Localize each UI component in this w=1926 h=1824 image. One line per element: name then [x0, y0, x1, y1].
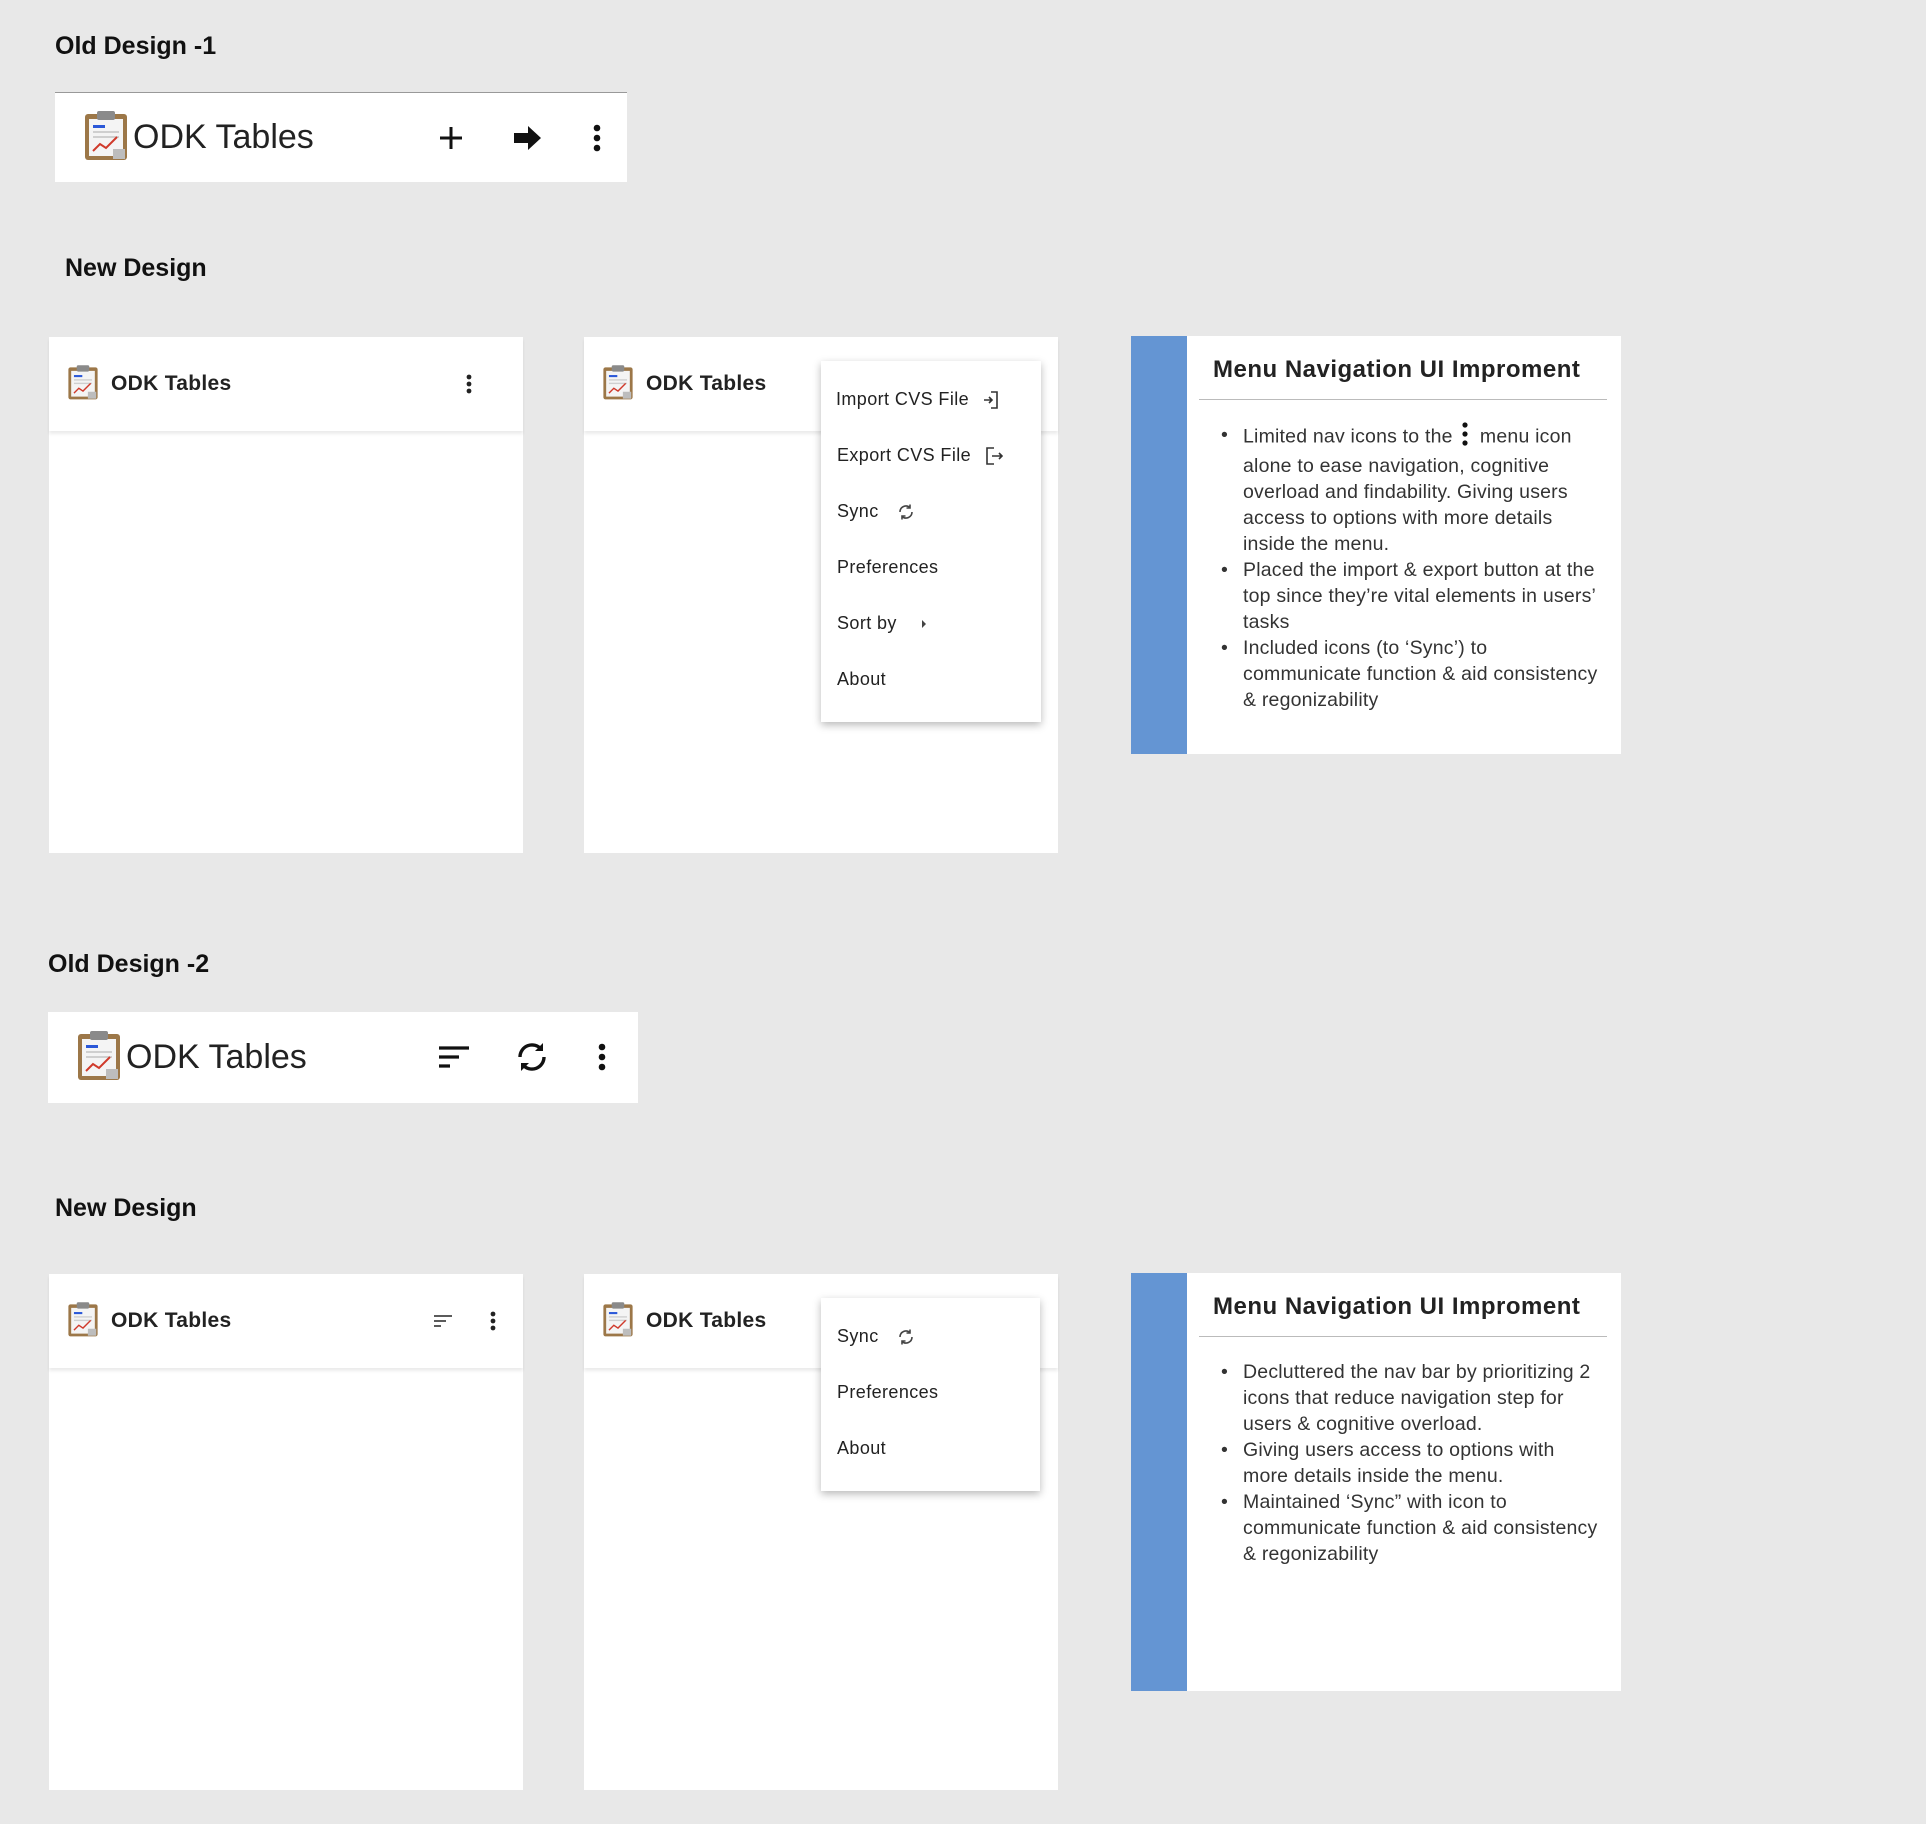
- menu-item-sort-by[interactable]: Sort by: [837, 613, 927, 634]
- bullet-item: Placed the import & export button at the…: [1219, 557, 1599, 635]
- menu-item-label: Sync: [837, 501, 879, 521]
- divider: [1199, 399, 1607, 400]
- menu-item-sync[interactable]: Sync: [837, 501, 915, 522]
- menu-item-label: Preferences: [837, 1382, 939, 1402]
- menu-item-label: Preferences: [837, 557, 939, 577]
- menu-item-import[interactable]: Import CVS File: [836, 389, 999, 410]
- app-logo-icon: [67, 363, 99, 406]
- sort-icon[interactable]: [432, 1037, 476, 1077]
- app-logo-icon: [602, 1300, 634, 1343]
- info-card-1: Menu Navigation UI Improment Limited nav…: [1131, 336, 1621, 754]
- menu-item-about[interactable]: About: [837, 669, 886, 690]
- old-design-2-toolbar: ODK Tables: [48, 1012, 638, 1103]
- bullet-item: Maintained ‘Sync” with icon to communica…: [1219, 1489, 1599, 1567]
- chevron-right-icon: [921, 619, 927, 629]
- card-accent-stripe: [1131, 336, 1187, 754]
- menu-item-preferences[interactable]: Preferences: [837, 1382, 938, 1403]
- app-title: ODK Tables: [111, 372, 232, 395]
- section-label-old-design-1: Old Design -1: [55, 32, 217, 60]
- sync-icon: [897, 503, 915, 521]
- app-logo-icon: [83, 109, 129, 166]
- phone-new-design-1-open: ODK Tables Import CVS File Export CVS Fi…: [584, 337, 1058, 853]
- app-bar: ODK Tables: [49, 337, 523, 431]
- phone-new-design-1-closed: ODK Tables: [49, 337, 523, 853]
- overflow-menu: Sync Preferences About: [821, 1298, 1040, 1491]
- old-design-1-toolbar: ODK Tables: [55, 92, 627, 182]
- menu-item-label: About: [837, 669, 887, 689]
- more-vert-icon: [1462, 422, 1468, 453]
- more-vert-icon[interactable]: [582, 1037, 622, 1077]
- more-vert-icon[interactable]: [473, 1274, 513, 1368]
- section-label-old-design-2: Old Design -2: [48, 950, 210, 978]
- arrow-right-icon[interactable]: [507, 118, 547, 158]
- app-title: ODK Tables: [646, 1309, 767, 1332]
- card-heading: Menu Navigation UI Improment: [1213, 356, 1581, 383]
- menu-item-label: About: [837, 1438, 887, 1458]
- bullet-item: Decluttered the nav bar by prioritizing …: [1219, 1359, 1599, 1437]
- sort-icon[interactable]: [423, 1274, 463, 1368]
- phone-new-design-2-open: ODK Tables Sync Preferences About: [584, 1274, 1058, 1790]
- bullet-item: Limited nav icons to the menu icon alone…: [1219, 422, 1599, 557]
- menu-item-sync[interactable]: Sync: [837, 1326, 915, 1347]
- more-vert-icon[interactable]: [449, 337, 489, 431]
- app-title: ODK Tables: [646, 372, 767, 395]
- app-logo-icon: [76, 1029, 122, 1086]
- section-label-new-design-1: New Design: [65, 254, 207, 282]
- phone-new-design-2-closed: ODK Tables: [49, 1274, 523, 1790]
- bullet-item: Giving users access to options with more…: [1219, 1437, 1599, 1489]
- bullet-list: Decluttered the nav bar by prioritizing …: [1219, 1359, 1599, 1567]
- section-label-new-design-2: New Design: [55, 1194, 197, 1222]
- bullet-text: Limited nav icons to the: [1243, 425, 1459, 448]
- app-logo-icon: [67, 1300, 99, 1343]
- app-bar: ODK Tables: [49, 1274, 523, 1368]
- menu-item-export[interactable]: Export CVS File: [837, 445, 1004, 466]
- divider: [1199, 1336, 1607, 1337]
- menu-item-label: Export CVS File: [837, 445, 972, 465]
- app-logo-icon: [602, 363, 634, 406]
- menu-item-label: Import CVS File: [836, 389, 970, 409]
- import-icon: [983, 390, 999, 409]
- app-title: ODK Tables: [133, 118, 314, 156]
- card-heading: Menu Navigation UI Improment: [1213, 1293, 1581, 1320]
- sync-icon[interactable]: [510, 1036, 554, 1078]
- bullet-list: Limited nav icons to the menu icon alone…: [1219, 422, 1599, 713]
- app-title: ODK Tables: [126, 1038, 307, 1076]
- overflow-menu: Import CVS File Export CVS File Sync Pre…: [821, 361, 1041, 722]
- menu-item-preferences[interactable]: Preferences: [837, 557, 938, 578]
- export-icon: [985, 446, 1004, 465]
- add-icon[interactable]: [431, 118, 471, 158]
- menu-item-label: Sort by: [837, 613, 897, 633]
- bullet-item: Included icons (to ‘Sync’) to communicat…: [1219, 635, 1599, 713]
- menu-item-about[interactable]: About: [837, 1438, 886, 1459]
- card-accent-stripe: [1131, 1273, 1187, 1691]
- menu-item-label: Sync: [837, 1326, 879, 1346]
- sync-icon: [897, 1328, 915, 1346]
- app-title: ODK Tables: [111, 1309, 232, 1332]
- info-card-2: Menu Navigation UI Improment Decluttered…: [1131, 1273, 1621, 1691]
- more-vert-icon[interactable]: [577, 118, 617, 158]
